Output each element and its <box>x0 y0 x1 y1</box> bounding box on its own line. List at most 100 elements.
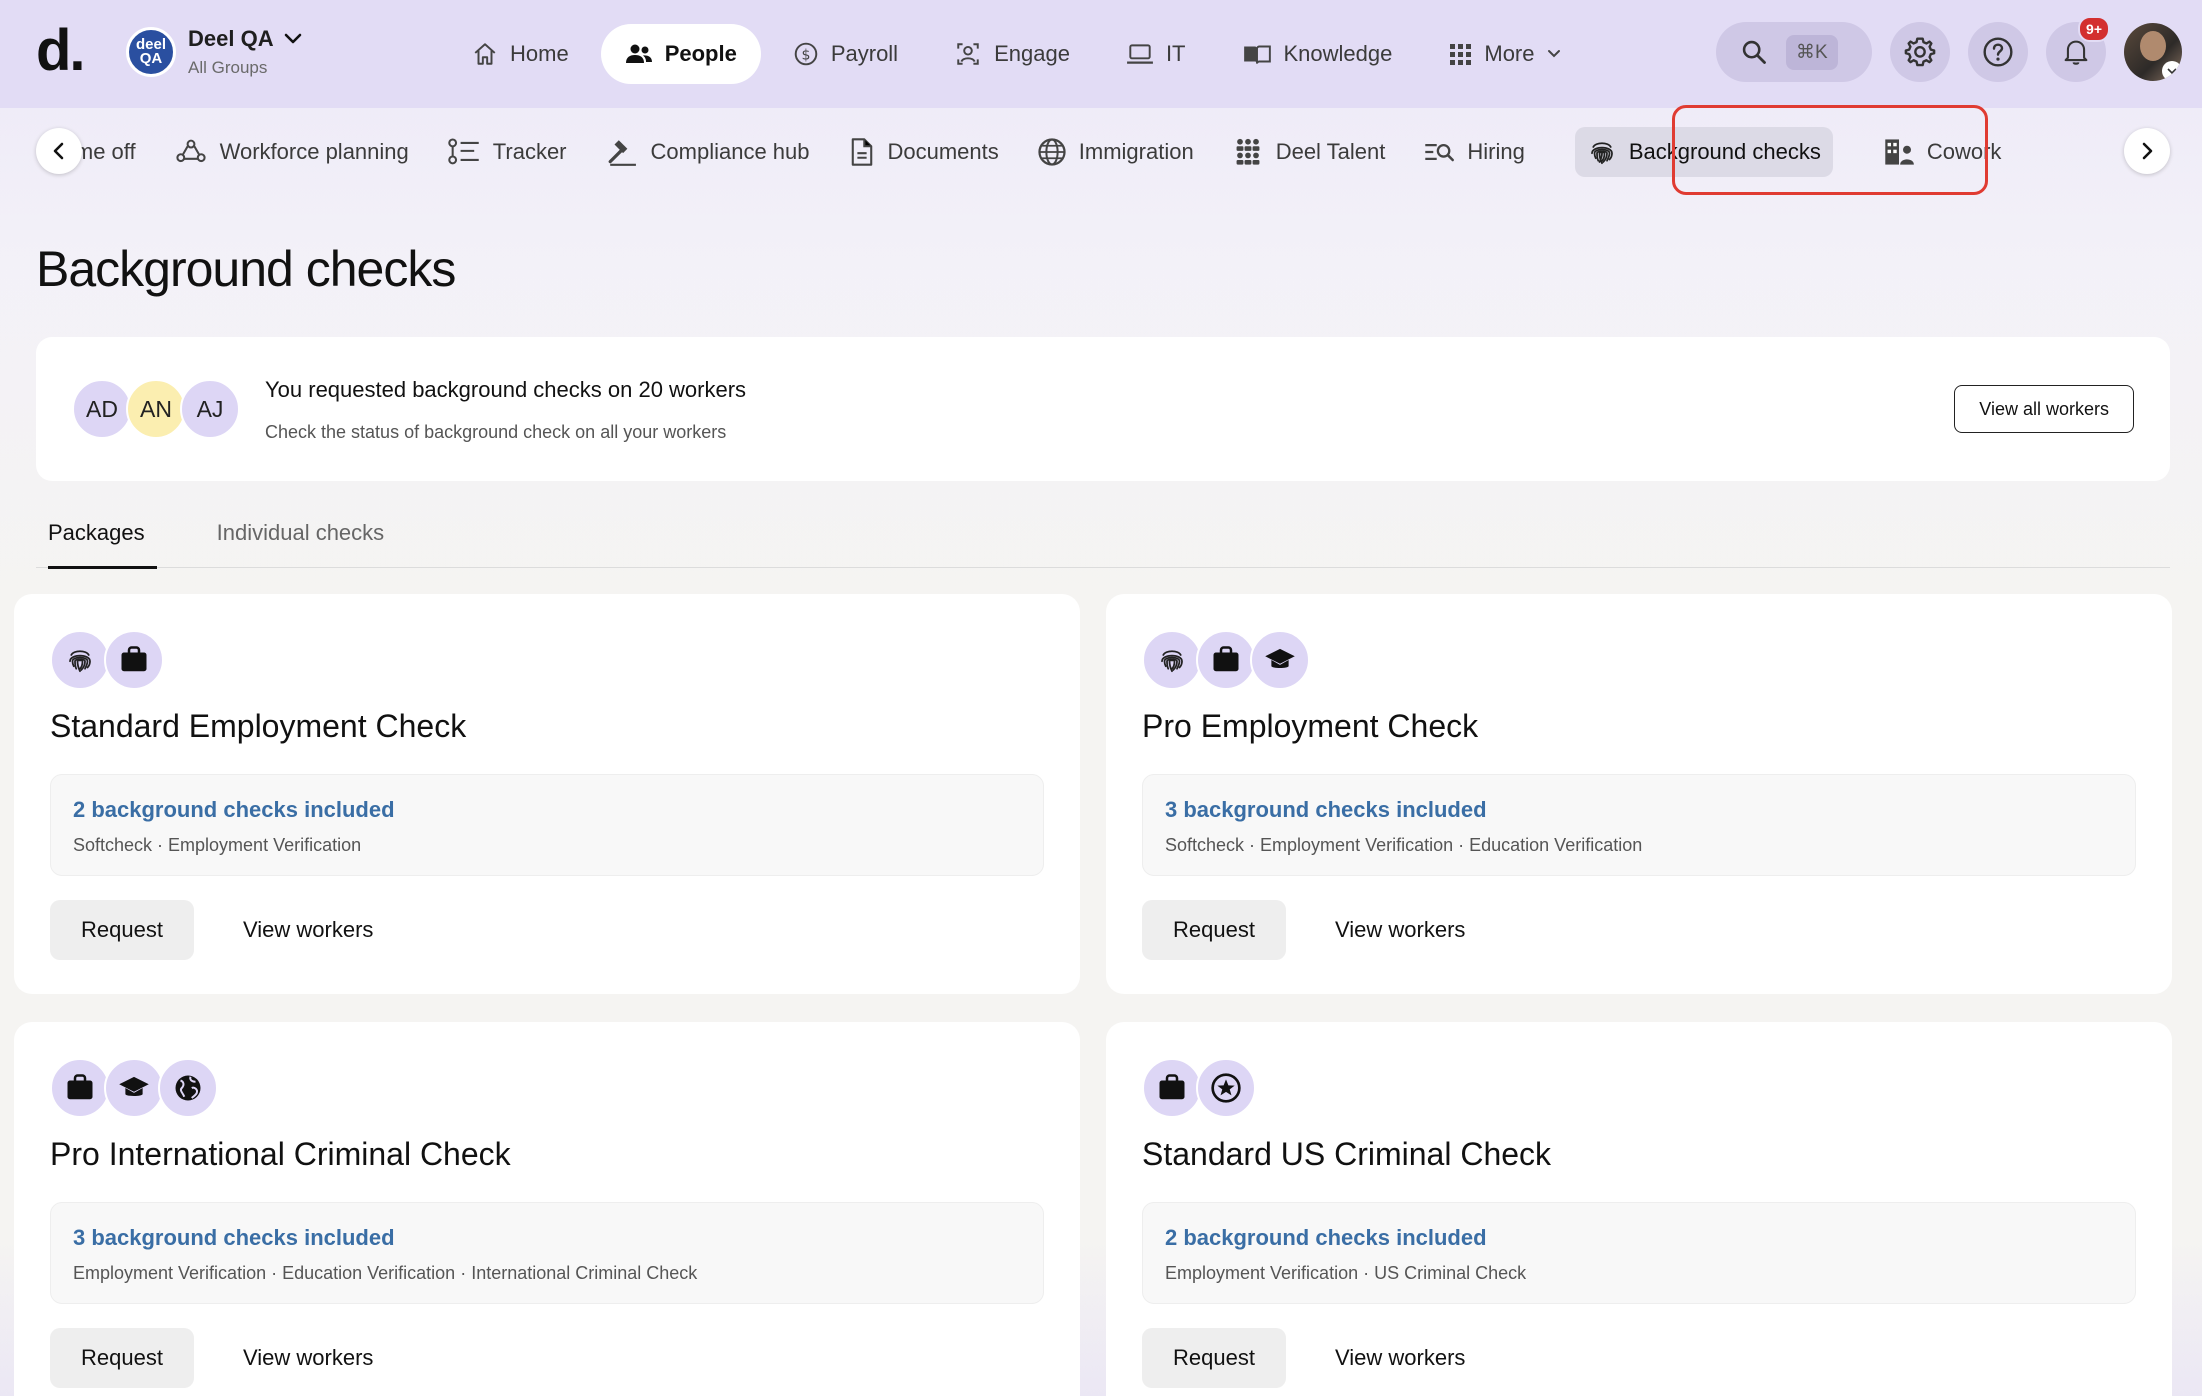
subnav-item-label: Hiring <box>1467 139 1525 164</box>
graduation-cap-icon <box>1250 630 1310 690</box>
summary-title: You requested background checks on 20 wo… <box>265 377 747 402</box>
subnav-item-deel-talent[interactable]: Deel Talent <box>1220 127 1398 177</box>
package-title: Standard Employment Check <box>50 708 467 744</box>
star-badge-icon <box>1196 1058 1256 1118</box>
home-icon <box>472 41 498 67</box>
search-icon <box>1740 38 1768 66</box>
subnav-item-label: Workforce planning <box>219 139 409 164</box>
subnav-scroll-left-button[interactable] <box>36 128 82 174</box>
top-right-actions: ⌘K 9+ <box>1716 16 2182 82</box>
nav-home[interactable]: Home <box>448 24 593 84</box>
nav-people-label: People <box>664 41 737 66</box>
view-all-workers-button[interactable]: View all workers <box>1954 385 2134 433</box>
package-title: Pro International Criminal Check <box>50 1136 511 1172</box>
subnav-item-tracker[interactable]: Tracker <box>435 127 579 177</box>
checks-count-link[interactable]: 3 background checks included <box>1165 797 1487 823</box>
notification-badge: 9+ <box>2078 16 2110 42</box>
checks-list: Softcheck · Employment Verification · Ed… <box>1165 835 1643 855</box>
subnav-item-label: Deel Talent <box>1275 139 1386 164</box>
chevron-right-icon <box>2139 142 2155 160</box>
org-avatar: deel QA <box>126 27 176 77</box>
nav-people[interactable]: People <box>600 24 761 84</box>
subnav-item-background-checks[interactable]: Background checks <box>1574 127 1833 177</box>
subnav-item-label: Documents <box>887 139 999 164</box>
nav-it[interactable]: IT <box>1102 24 1210 84</box>
checks-count-link[interactable]: 3 background checks included <box>73 1225 395 1251</box>
avatar: AJ <box>180 379 240 439</box>
tab-individual-checks[interactable]: Individual checks <box>205 520 397 568</box>
help-icon <box>1982 36 2014 68</box>
dollar-icon: $ <box>793 41 819 67</box>
view-workers-button[interactable]: View workers <box>1299 1328 1501 1388</box>
nav-more-label: More <box>1484 41 1535 66</box>
nav-knowledge-label: Knowledge <box>1283 41 1393 66</box>
hiring-icon <box>1423 138 1455 166</box>
subnav-item-documents[interactable]: Documents <box>836 127 1011 177</box>
gavel-icon <box>605 137 639 167</box>
globe-icon <box>158 1058 218 1118</box>
view-workers-button[interactable]: View workers <box>207 1328 409 1388</box>
fingerprint-icon <box>1587 137 1617 167</box>
package-card-pro-international-criminal: Pro International Criminal Check 3 backg… <box>14 1022 1080 1396</box>
settings-button[interactable] <box>1890 22 1950 82</box>
avatar: AD <box>72 379 132 439</box>
engage-icon <box>954 41 982 67</box>
talent-icon <box>1232 137 1264 167</box>
org-switcher[interactable]: deel QA Deel QA All Groups <box>126 26 302 78</box>
document-icon <box>848 137 876 167</box>
request-button[interactable]: Request <box>50 1328 194 1388</box>
nav-payroll[interactable]: $ Payroll <box>769 24 922 84</box>
request-button[interactable]: Request <box>1142 900 1286 960</box>
request-button[interactable]: Request <box>1142 1328 1286 1388</box>
chevron-left-icon <box>51 142 67 160</box>
subnav-scroll-area[interactable]: ime off Workforce planning Tracker Compl… <box>70 124 2130 180</box>
top-bar: d. deel QA Deel QA All Groups Home Peopl… <box>0 0 2202 108</box>
user-avatar[interactable] <box>2124 23 2182 81</box>
grid-icon <box>1448 42 1472 66</box>
help-button[interactable] <box>1968 22 2028 82</box>
building-icon <box>1883 137 1915 167</box>
fingerprint-icon <box>50 630 110 690</box>
search-button[interactable]: ⌘K <box>1716 22 1872 82</box>
subnav-item-compliance-hub[interactable]: Compliance hub <box>593 127 822 177</box>
package-icons <box>50 630 164 690</box>
package-checks-box: 3 background checks included Employment … <box>50 1202 1044 1304</box>
nav-engage[interactable]: Engage <box>930 24 1094 84</box>
subnav-item-hiring[interactable]: Hiring <box>1411 127 1536 177</box>
org-avatar-line2: QA <box>139 50 163 67</box>
subnav-scroll-right-button[interactable] <box>2124 128 2170 174</box>
gear-icon <box>1904 36 1936 68</box>
subnav-item-cowork[interactable]: Cowork <box>1871 127 2014 177</box>
nav-knowledge[interactable]: Knowledge <box>1218 24 1417 84</box>
briefcase-icon <box>1196 630 1256 690</box>
view-workers-button[interactable]: View workers <box>1299 900 1501 960</box>
subnav-item-label: Background checks <box>1628 139 1821 164</box>
checks-count-link[interactable]: 2 background checks included <box>73 797 395 823</box>
summary-subtitle: Check the status of background check on … <box>265 422 727 442</box>
package-icons <box>1142 630 1310 690</box>
checks-count-link[interactable]: 2 background checks included <box>1165 1225 1487 1251</box>
subnav-item-immigration[interactable]: Immigration <box>1025 127 1206 177</box>
nav-it-label: IT <box>1165 41 1186 66</box>
subnav-item-workforce-planning[interactable]: Workforce planning <box>162 127 421 177</box>
package-card-standard-us-criminal: Standard US Criminal Check 2 background … <box>1106 1022 2172 1396</box>
tab-packages[interactable]: Packages <box>36 520 157 569</box>
page-title: Background checks <box>36 241 456 297</box>
package-title: Pro Employment Check <box>1142 708 1479 744</box>
package-checks-box: 2 background checks included Employment … <box>1142 1202 2136 1304</box>
notifications-button[interactable]: 9+ <box>2046 16 2110 82</box>
chevron-down-icon <box>284 33 302 45</box>
deel-logo[interactable]: d. <box>36 22 86 80</box>
search-shortcut: ⌘K <box>1786 34 1838 70</box>
package-checks-box: 2 background checks included Softcheck ·… <box>50 774 1044 876</box>
tracker-icon <box>447 137 481 167</box>
view-workers-button[interactable]: View workers <box>207 900 409 960</box>
nav-more[interactable]: More <box>1424 24 1584 84</box>
chevron-down-icon <box>2162 61 2182 81</box>
request-button[interactable]: Request <box>50 900 194 960</box>
avatar-face <box>2140 31 2166 61</box>
book-icon <box>1242 41 1272 67</box>
package-tabs: Packages Individual checks <box>36 520 2170 569</box>
nav-engage-label: Engage <box>994 41 1070 66</box>
people-subnav: ime off Workforce planning Tracker Compl… <box>0 108 2202 196</box>
